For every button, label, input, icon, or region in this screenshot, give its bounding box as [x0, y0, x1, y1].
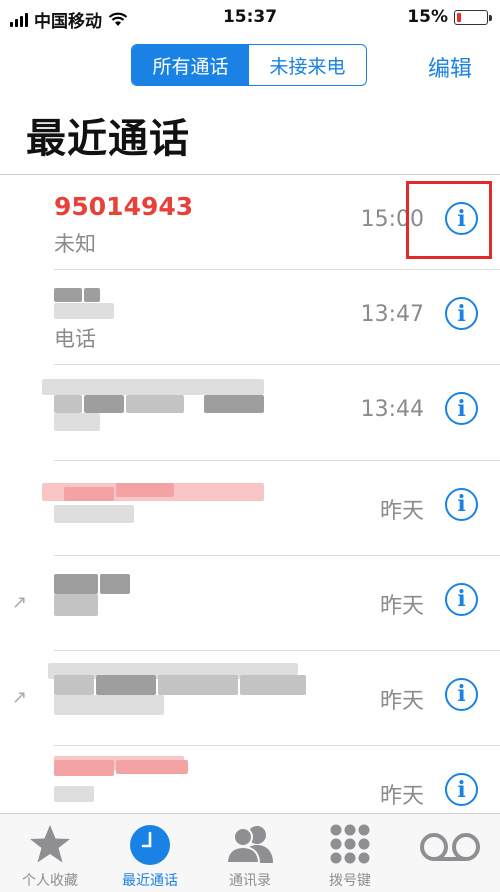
info-icon[interactable]: i: [445, 582, 478, 616]
voicemail-icon: [420, 833, 480, 861]
outgoing-call-icon: ↗: [12, 591, 28, 613]
outgoing-call-icon: ↗: [12, 686, 28, 708]
highlight-annotation: [406, 181, 492, 259]
call-time: 13:47: [360, 302, 424, 328]
call-row[interactable]: ↗ 昨天 i: [12, 556, 500, 651]
call-time: 昨天: [379, 593, 424, 619]
call-time: 昨天: [379, 688, 424, 714]
all-calls-segment[interactable]: 所有通话: [132, 45, 249, 85]
tab-label: 拨号键: [329, 873, 371, 889]
tab-favorites[interactable]: 个人收藏: [0, 814, 100, 892]
call-row[interactable]: 昨天 i: [42, 461, 500, 556]
contacts-icon: [225, 826, 273, 864]
call-time: 昨天: [379, 784, 424, 810]
caller-label: 电话: [54, 327, 96, 352]
star-icon: [30, 825, 70, 863]
info-icon[interactable]: i: [445, 677, 478, 711]
battery-icon: [454, 9, 492, 25]
info-icon[interactable]: i: [445, 392, 478, 426]
edit-button[interactable]: 编辑: [428, 51, 472, 83]
tab-recents[interactable]: 最近通话: [100, 814, 200, 892]
call-time: 13:44: [360, 397, 424, 423]
tab-label: 通讯录: [229, 873, 271, 889]
missed-calls-segment[interactable]: 未接来电: [249, 45, 366, 85]
status-right: 15%: [407, 7, 492, 27]
tab-bar: 个人收藏 最近通话 通讯录 拨号键: [0, 813, 500, 892]
nav-bar: 所有通话 未接来电 编辑: [0, 36, 500, 96]
battery-percent: 15%: [407, 7, 448, 27]
call-row[interactable]: 电话 13:47 i: [54, 270, 500, 366]
clock-icon: [130, 825, 170, 865]
info-icon[interactable]: i: [445, 297, 478, 331]
page-title: 最近通话: [26, 116, 190, 162]
info-icon[interactable]: i: [445, 773, 478, 807]
call-time: 昨天: [379, 498, 424, 524]
call-row[interactable]: 13:44 i: [42, 365, 500, 461]
tab-voicemail[interactable]: [400, 814, 500, 892]
tab-label: 最近通话: [122, 873, 178, 889]
call-filter-segmented-control: 所有通话 未接来电: [131, 44, 367, 86]
info-icon[interactable]: i: [445, 487, 478, 521]
tab-label: 个人收藏: [22, 873, 78, 889]
caller-name: 95014943: [54, 192, 194, 221]
battery-level: [457, 12, 461, 22]
recent-calls-list: 95014943 未知 15:00 i 电话 13:47 i 13:44 i 昨…: [0, 175, 500, 842]
call-row[interactable]: ↗ 昨天 i: [12, 651, 500, 747]
keypad-icon: [330, 824, 370, 864]
tab-contacts[interactable]: 通讯录: [200, 814, 300, 892]
status-bar: 中国移动 15:37 15%: [0, 0, 500, 36]
tab-keypad[interactable]: 拨号键: [300, 814, 400, 892]
caller-label: 未知: [54, 232, 96, 256]
